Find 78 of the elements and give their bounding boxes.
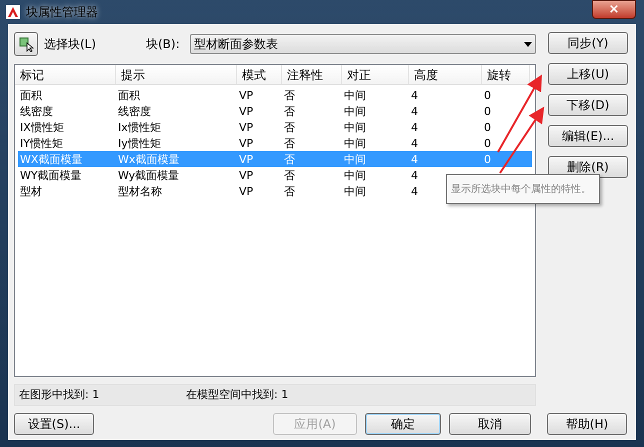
table-cell: 4: [411, 170, 418, 180]
attribute-row[interactable]: IX惯性矩 Ix惯性矩 VP 否 中间 4 0: [18, 119, 532, 135]
tooltip: 显示所选块中每个属性的特性。: [446, 174, 600, 204]
table-cell: 否: [284, 122, 295, 132]
table-cell: 中间: [344, 90, 366, 100]
dialog-button[interactable]: 下移(D): [548, 94, 628, 116]
table-cell: Wy截面模量: [118, 170, 180, 180]
table-cell: 4: [411, 138, 418, 148]
dialog-button[interactable]: 上移(U): [548, 63, 628, 85]
attribute-row[interactable]: 线密度 线密度 VP 否 中间 4 0: [18, 103, 532, 119]
table-cell: Ix惯性矩: [118, 122, 161, 132]
table-cell: IX惯性矩: [20, 122, 64, 132]
select-block-label: 选择块(L): [44, 36, 98, 53]
table-cell: 否: [284, 138, 295, 148]
table-cell: 面积: [118, 90, 140, 100]
table-cell: Iy惯性矩: [118, 138, 161, 148]
table-cell: 否: [284, 90, 295, 100]
table-cell: 4: [411, 90, 418, 100]
block-label: 块(B):: [146, 36, 181, 53]
table-cell: 面积: [20, 90, 42, 100]
table-cell: 0: [484, 122, 491, 132]
table-cell: 0: [484, 138, 491, 148]
table-cell: 线密度: [118, 106, 151, 116]
dialog-button[interactable]: 帮助(H): [547, 413, 627, 435]
table-cell: 4: [411, 154, 418, 164]
table-cell: 中间: [344, 186, 366, 196]
table-cell: IY惯性矩: [20, 138, 63, 148]
status-text: 在模型空间中找到: 1: [186, 386, 288, 403]
table-cell: 0: [484, 154, 491, 164]
column-header[interactable]: 模式: [237, 65, 282, 84]
attribute-row[interactable]: 面积 面积 VP 否 中间 4 0: [18, 87, 532, 103]
app-logo-icon: [6, 5, 20, 19]
table-cell: VP: [239, 186, 254, 196]
column-header[interactable]: 对正: [342, 65, 409, 84]
table-cell: 线密度: [20, 106, 53, 116]
dropdown-arrow-icon: [524, 42, 532, 46]
table-cell: VP: [239, 122, 254, 132]
table-cell: 4: [411, 186, 418, 196]
status-text: 在图形中找到: 1: [19, 386, 100, 403]
table-cell: WX截面模量: [20, 154, 82, 164]
select-block-button[interactable]: [14, 32, 38, 56]
column-header[interactable]: 高度: [409, 65, 482, 84]
attribute-row[interactable]: IY惯性矩 Iy惯性矩 VP 否 中间 4 0: [18, 135, 532, 151]
table-cell: WY截面模量: [20, 170, 82, 180]
table-cell: VP: [239, 170, 254, 180]
dialog-button[interactable]: 取消: [449, 413, 531, 435]
column-header[interactable]: 提示: [116, 65, 237, 84]
column-header[interactable]: 旋转: [482, 65, 530, 84]
dialog-button[interactable]: 设置(S)...: [14, 413, 94, 435]
dialog-button[interactable]: 确定: [365, 413, 441, 435]
table-cell: 否: [284, 154, 295, 164]
block-dropdown[interactable]: 型材断面参数表: [190, 34, 536, 54]
table-cell: VP: [239, 154, 254, 164]
dialog-button[interactable]: 同步(Y): [548, 32, 628, 54]
table-cell: 0: [484, 90, 491, 100]
table-cell: 中间: [344, 106, 366, 116]
table-cell: VP: [239, 90, 254, 100]
column-header[interactable]: 注释性: [282, 65, 342, 84]
table-cell: 否: [284, 106, 295, 116]
table-cell: 型材: [20, 186, 42, 196]
table-cell: 否: [284, 186, 295, 196]
table-cell: VP: [239, 106, 254, 116]
table-cell: 型材名称: [118, 186, 162, 196]
table-cell: 中间: [344, 122, 366, 132]
table-cell: 中间: [344, 170, 366, 180]
column-header[interactable]: 标记: [15, 65, 116, 84]
dialog-button[interactable]: 编辑(E)...: [548, 125, 628, 147]
table-cell: 中间: [344, 154, 366, 164]
select-cursor-icon: [18, 36, 34, 52]
table-cell: Wx截面模量: [118, 154, 180, 164]
table-cell: 0: [484, 106, 491, 116]
window-title: 块属性管理器: [26, 4, 98, 21]
table-cell: 4: [411, 106, 418, 116]
table-cell: 4: [411, 122, 418, 132]
table-cell: 否: [284, 170, 295, 180]
annotation-arrow: [499, 106, 544, 174]
table-cell: VP: [239, 138, 254, 148]
table-cell: 中间: [344, 138, 366, 148]
